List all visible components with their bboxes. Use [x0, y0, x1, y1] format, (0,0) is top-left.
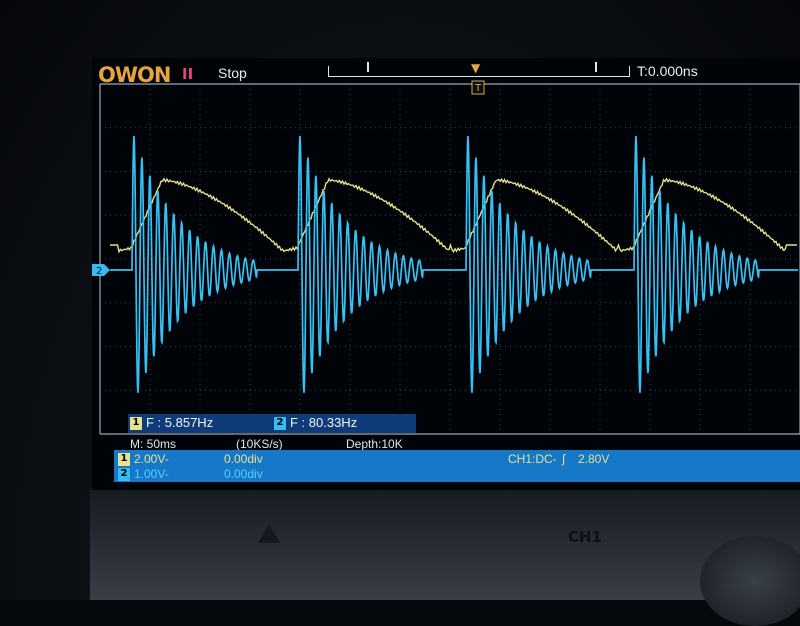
ch1-panel-label: CH1 — [568, 528, 602, 546]
ch1-number-badge: 1 — [118, 453, 130, 466]
ch2-offset: 0.00div — [224, 467, 263, 481]
ch2-ground-marker: 2 — [92, 264, 110, 277]
control-knob[interactable] — [700, 536, 800, 626]
ch2-number-badge: 2 — [118, 468, 130, 481]
ch1-offset: 0.00div — [224, 452, 263, 466]
ch1-chip: 1 — [130, 417, 142, 431]
ch2-frequency-measurement: 2 F : 80.33Hz — [274, 415, 358, 431]
ch1-frequency-text: F : 5.857Hz — [146, 415, 214, 430]
ch2-frequency-text: F : 80.33Hz — [290, 415, 358, 430]
ch1-volts-per-div: 2.00V- — [134, 452, 169, 466]
ch2-marker-label: 2 — [96, 266, 102, 277]
trigger-marker: T — [471, 80, 485, 95]
timebase-readout: M: 50ms — [130, 437, 177, 451]
channel-info-panel: 1 2.00V- 0.00div CH1:DC- ∫ 2.80V 2 1.00V… — [114, 450, 800, 482]
front-panel: CH1 — [90, 488, 800, 626]
trigger-coupling: CH1:DC- — [508, 452, 557, 466]
rising-edge-icon: ∫ — [562, 452, 566, 466]
trigger-marker-label: T — [474, 83, 482, 94]
sample-rate-readout: (10KS/s) — [236, 437, 283, 451]
measurement-strip: 1 F : 5.857Hz 2 F : 80.33Hz — [128, 414, 416, 433]
ch1-info-row[interactable]: 1 2.00V- 0.00div CH1:DC- ∫ 2.80V — [114, 451, 800, 466]
memory-depth-readout: Depth:10K — [346, 437, 403, 451]
trigger-level: 2.80V — [578, 452, 610, 466]
ch2-chip: 2 — [274, 417, 286, 431]
ch1-frequency-measurement: 1 F : 5.857Hz — [130, 415, 214, 431]
ch2-volts-per-div: 1.00V- — [134, 467, 169, 481]
scope-screen: OWON II Stop ▼ T:0.000ns 2 T 1F : 5.857H… — [92, 58, 800, 490]
ch2-info-row[interactable]: 2 1.00V- 0.00div — [114, 466, 800, 481]
warning-triangle-icon — [258, 524, 280, 543]
